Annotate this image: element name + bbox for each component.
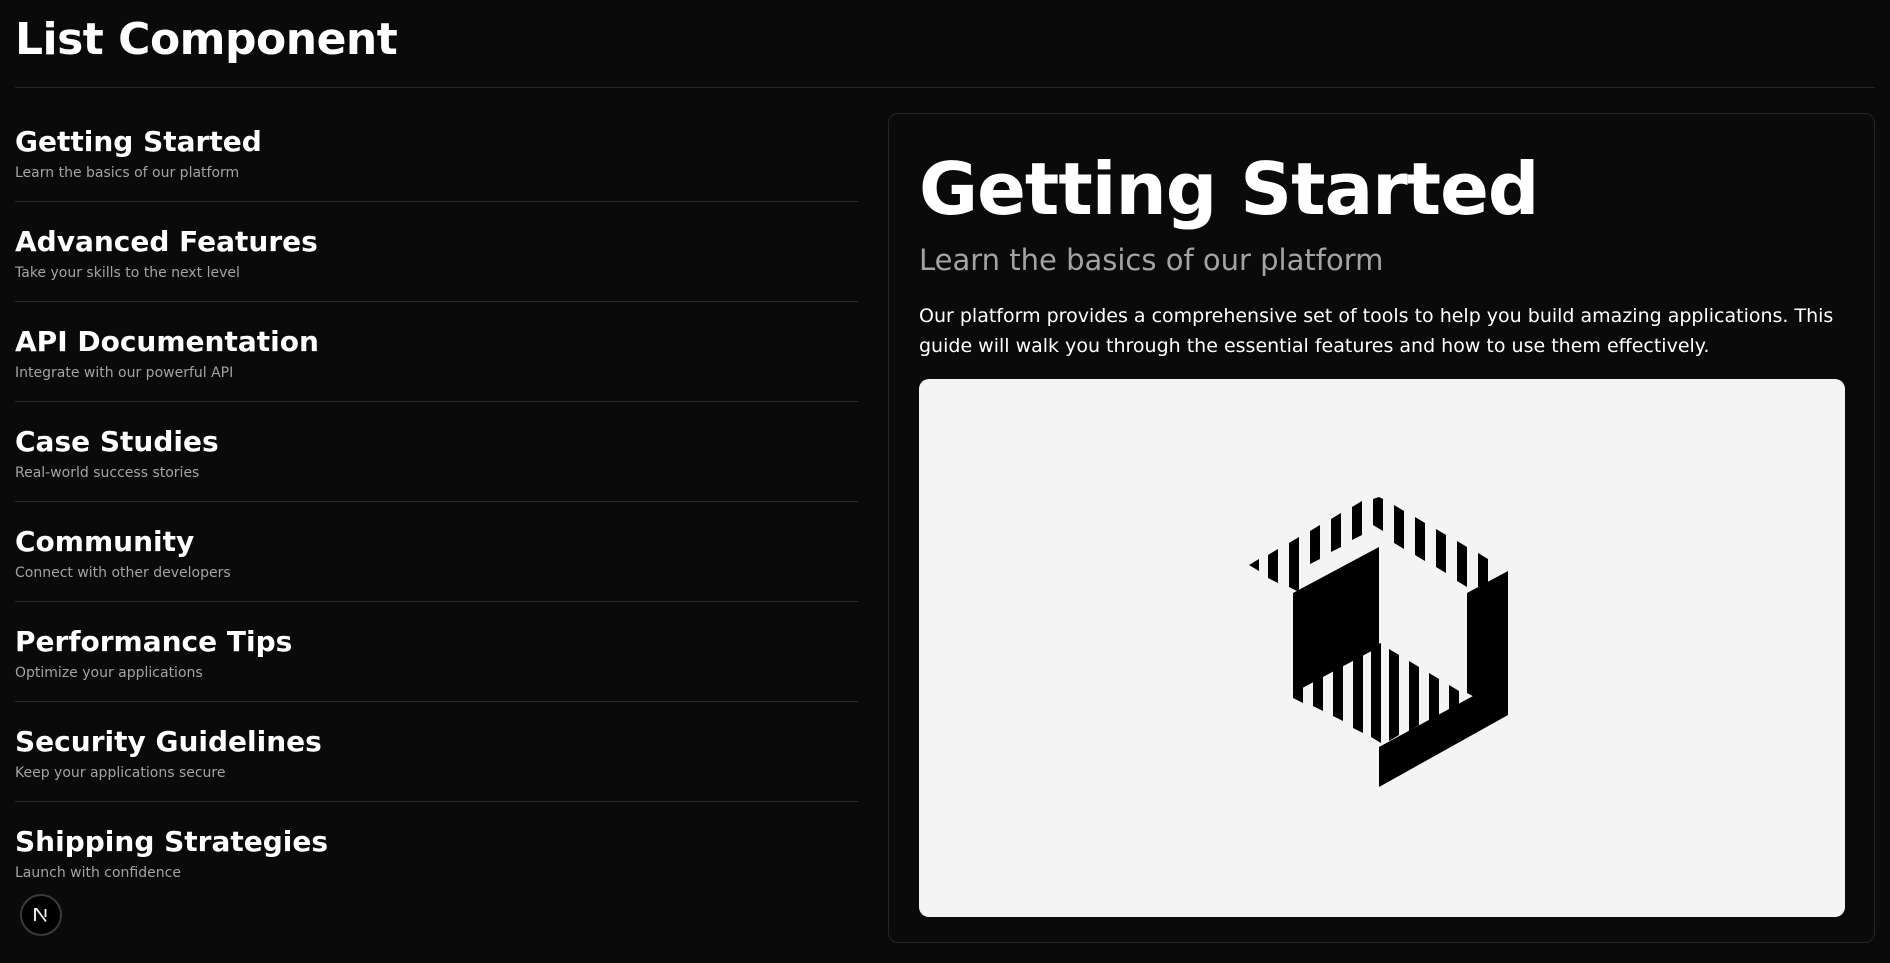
list-item-title: Shipping Strategies	[15, 825, 329, 858]
detail-image	[919, 379, 1845, 917]
list-component-page: List Component Getting Started Learn the…	[0, 0, 1890, 963]
list-item-case-studies[interactable]: Case Studies Real-world success stories	[15, 402, 858, 502]
list-item-shipping-strategies[interactable]: Shipping Strategies Launch with confiden…	[15, 802, 858, 902]
list-item-subtitle: Real-world success stories	[15, 465, 200, 481]
detail-title: Getting Started	[919, 147, 1539, 231]
list-item-title: Community	[15, 525, 195, 558]
list-item-subtitle: Launch with confidence	[15, 865, 181, 881]
list-item-subtitle: Keep your applications secure	[15, 765, 226, 781]
list-item-title: Performance Tips	[15, 625, 293, 658]
list-item-api-documentation[interactable]: API Documentation Integrate with our pow…	[15, 302, 858, 402]
list-item-title: Getting Started	[15, 125, 262, 158]
list-item-community[interactable]: Community Connect with other developers	[15, 502, 858, 602]
list-item-subtitle: Take your skills to the next level	[15, 265, 240, 281]
detail-subtitle: Learn the basics of our platform	[919, 243, 1384, 277]
list-item-subtitle: Optimize your applications	[15, 665, 203, 681]
detail-panel: Getting Started Learn the basics of our …	[888, 113, 1875, 943]
striped-cube-logo-icon	[1249, 497, 1508, 787]
topic-list: Getting Started Learn the basics of our …	[15, 102, 858, 902]
list-item-title: Case Studies	[15, 425, 219, 458]
list-item-subtitle: Learn the basics of our platform	[15, 165, 240, 181]
page-title: List Component	[15, 14, 398, 65]
nextjs-badge[interactable]	[20, 894, 62, 936]
list-item-subtitle: Integrate with our powerful API	[15, 365, 234, 381]
list-item-title: Advanced Features	[15, 225, 318, 258]
detail-description: Our platform provides a comprehensive se…	[919, 305, 1834, 357]
list-item-title: API Documentation	[15, 325, 319, 358]
title-divider	[15, 87, 1875, 88]
nextjs-n-icon	[34, 908, 47, 923]
list-item-security-guidelines[interactable]: Security Guidelines Keep your applicatio…	[15, 702, 858, 802]
list-item-getting-started[interactable]: Getting Started Learn the basics of our …	[15, 102, 858, 202]
list-item-subtitle: Connect with other developers	[15, 565, 231, 581]
list-item-performance-tips[interactable]: Performance Tips Optimize your applicati…	[15, 602, 858, 702]
list-item-advanced-features[interactable]: Advanced Features Take your skills to th…	[15, 202, 858, 302]
list-item-title: Security Guidelines	[15, 725, 322, 758]
